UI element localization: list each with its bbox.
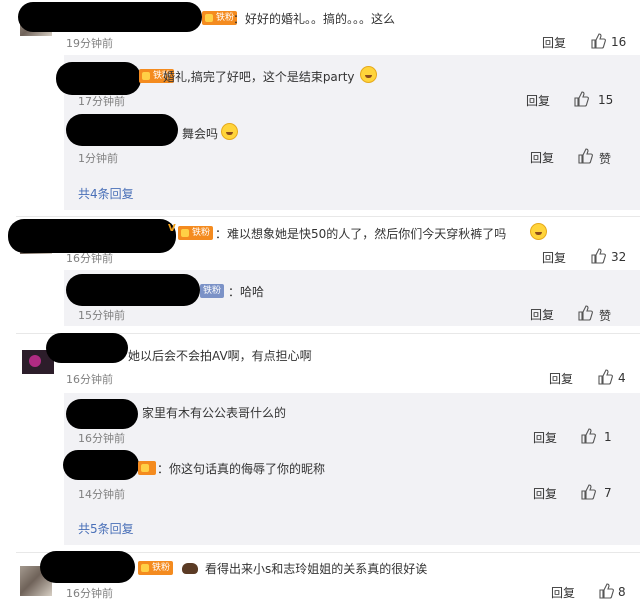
like-count: 8 xyxy=(618,585,626,599)
thumbs-up-icon[interactable] xyxy=(598,583,614,599)
thumbs-up-icon[interactable] xyxy=(577,148,593,164)
thumbs-up-icon[interactable] xyxy=(580,484,596,500)
redacted-username xyxy=(66,399,138,429)
reply-text: 家里有木有公公表哥什么的 xyxy=(142,406,287,420)
redacted-username xyxy=(56,62,141,95)
reply-time: 14分钟前 xyxy=(78,488,125,501)
fan-badge[interactable]: 铁粉 xyxy=(200,284,225,298)
bear-emoji-icon xyxy=(182,563,198,574)
like-count: 32 xyxy=(611,250,627,264)
redacted-username xyxy=(66,114,178,146)
redacted-username xyxy=(63,450,139,480)
comment-text: 看得出来小s和志玲姐姐的关系真的很好诶 xyxy=(205,562,428,576)
more-replies-link[interactable]: 共4条回复 xyxy=(78,185,134,202)
reply-time: 15分钟前 xyxy=(78,309,125,322)
verified-icon: V xyxy=(168,223,176,234)
reply-text: ：你这句话真的侮辱了你的昵称 xyxy=(157,462,326,476)
comment-time: 16分钟前 xyxy=(66,252,113,265)
redacted-username xyxy=(18,2,202,32)
thumbs-up-icon[interactable] xyxy=(577,305,593,321)
fan-badge[interactable]: 铁粉 xyxy=(202,11,238,25)
reply-button[interactable]: 回复 xyxy=(542,34,566,51)
reply-text: ：哈哈 xyxy=(228,285,265,299)
comment-time: 16分钟前 xyxy=(66,373,113,386)
reply-text: 婚礼,搞完了好吧，这个是结束party xyxy=(163,70,355,84)
like-label[interactable]: 赞 xyxy=(599,307,611,324)
comment-time: 19分钟前 xyxy=(66,37,113,50)
reply-button[interactable]: 回复 xyxy=(542,249,566,266)
comment-text: 她以后会不会拍AV啊，有点担心啊 xyxy=(128,349,312,363)
like-count: 1 xyxy=(604,430,612,444)
thumbs-up-icon[interactable] xyxy=(597,369,613,385)
redacted-username xyxy=(46,333,128,363)
comment-time: 16分钟前 xyxy=(66,587,113,600)
reply-button[interactable]: 回复 xyxy=(549,370,573,387)
redacted-username xyxy=(8,219,176,253)
reply-button[interactable]: 回复 xyxy=(530,149,554,166)
reply-button[interactable]: 回复 xyxy=(526,92,550,109)
reply-button[interactable]: 回复 xyxy=(530,306,554,323)
fan-badge[interactable] xyxy=(138,461,156,475)
grin-emoji-icon xyxy=(221,123,238,140)
reply-time: 17分钟前 xyxy=(78,95,125,108)
redacted-username xyxy=(40,551,135,583)
redacted-username xyxy=(66,274,200,306)
reply-time: 1分钟前 xyxy=(78,152,118,165)
reply-button[interactable]: 回复 xyxy=(533,429,557,446)
reply-time: 16分钟前 xyxy=(78,432,125,445)
thumbs-up-icon[interactable] xyxy=(573,91,589,107)
grin-emoji-icon xyxy=(530,223,547,240)
like-count: 15 xyxy=(598,93,614,107)
thumbs-up-icon[interactable] xyxy=(590,33,606,49)
like-count: 4 xyxy=(618,371,626,385)
thumbs-up-icon[interactable] xyxy=(590,248,606,264)
reply-text: 舞会吗 xyxy=(182,127,219,141)
comment-text: ：好好的婚礼。。搞的。。。这么 xyxy=(233,12,396,26)
divider xyxy=(16,216,640,217)
more-replies-link[interactable]: 共5条回复 xyxy=(78,520,134,537)
like-count: 16 xyxy=(611,35,627,49)
thumbs-up-icon[interactable] xyxy=(580,428,596,444)
reply-button[interactable]: 回复 xyxy=(551,584,575,601)
grin-emoji-icon xyxy=(360,66,377,83)
like-label[interactable]: 赞 xyxy=(599,150,611,167)
fan-badge[interactable]: 铁粉 xyxy=(178,226,214,240)
like-count: 7 xyxy=(604,486,612,500)
fan-badge[interactable]: 铁粉 xyxy=(138,561,174,575)
comment-text: ：难以想象她是快50的人了，然后你们今天穿秋裤了吗 xyxy=(215,227,507,241)
reply-button[interactable]: 回复 xyxy=(533,485,557,502)
